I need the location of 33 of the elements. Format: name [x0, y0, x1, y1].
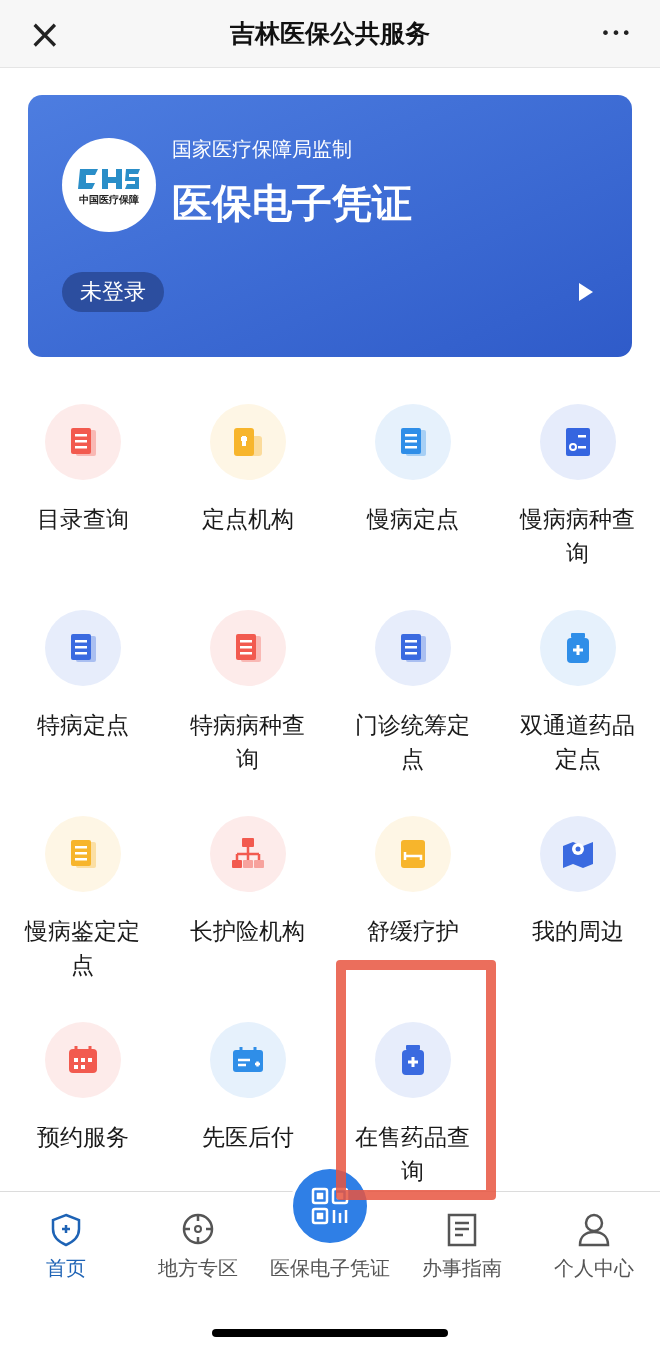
- service-label[interactable]: 我的周边: [517, 914, 638, 948]
- certificate-card[interactable]: 中国医疗保障 国家医疗保障局监制 医保电子凭证 未登录: [28, 95, 632, 357]
- service-label[interactable]: 舒缓疗护: [352, 914, 473, 948]
- login-status-button[interactable]: 未登录: [62, 272, 164, 312]
- tab-item[interactable]: 医保电子凭证: [270, 1254, 390, 1282]
- service-label[interactable]: 先医后付: [187, 1120, 308, 1154]
- tab-item[interactable]: 地方专区: [132, 1212, 264, 1282]
- service-label[interactable]: 慢病定点: [352, 502, 473, 536]
- service-label[interactable]: 长护险机构: [187, 914, 308, 948]
- card-subtitle: 国家医疗保障局监制: [172, 139, 352, 159]
- card-title: 医保电子凭证: [172, 183, 412, 223]
- service-label[interactable]: 在售药品查询: [352, 1120, 473, 1188]
- service-label[interactable]: 特病病种查询: [187, 708, 308, 776]
- service-label[interactable]: 慢病鉴定定点: [22, 914, 143, 982]
- service-label[interactable]: 特病定点: [22, 708, 143, 742]
- tab-item[interactable]: 首页: [0, 1212, 132, 1282]
- logo-caption: 中国医疗保障: [79, 195, 139, 205]
- tab-item[interactable]: 办事指南: [396, 1212, 528, 1282]
- page-title: 吉林医保公共服务: [230, 17, 430, 50]
- service-label[interactable]: 目录查询: [22, 502, 143, 536]
- qr-code-icon: [310, 1186, 350, 1226]
- shield-icon: [49, 1212, 83, 1248]
- document-icon: [445, 1212, 479, 1248]
- tab-item[interactable]: 个人中心: [528, 1212, 660, 1282]
- service-label[interactable]: 定点机构: [187, 502, 308, 536]
- service-label[interactable]: 双通道药品定点: [517, 708, 638, 776]
- service-label[interactable]: 门诊统筹定点: [352, 708, 473, 776]
- close-button[interactable]: ×: [28, 13, 68, 54]
- service-label[interactable]: 预约服务: [22, 1120, 143, 1154]
- service-label[interactable]: 慢病病种查询: [517, 502, 638, 570]
- more-button[interactable]: •••: [592, 21, 632, 46]
- play-arrow-icon[interactable]: [579, 283, 593, 301]
- person-icon: [577, 1212, 611, 1248]
